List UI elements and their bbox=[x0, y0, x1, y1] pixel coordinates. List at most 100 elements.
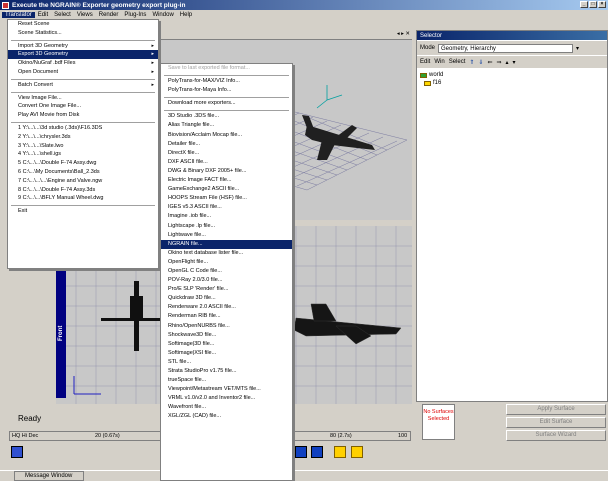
menu-help[interactable]: Help bbox=[177, 12, 195, 18]
translator-menu-item[interactable]: 8 C:\...\...\Double F-74 Assy.3ds bbox=[8, 186, 158, 195]
maximize-button[interactable]: □ bbox=[589, 1, 597, 8]
quality-field[interactable]: HQ Hi Dec bbox=[12, 433, 38, 439]
export-menu-item[interactable]: Strata StudioPro v1.75 file... bbox=[161, 367, 292, 376]
menu-render[interactable]: Render bbox=[96, 12, 122, 18]
export-menu-item[interactable]: PolyTrans-for-Maya Info... bbox=[161, 86, 292, 95]
viewport-controls[interactable]: ◂ ▸ ✕ bbox=[397, 31, 410, 37]
translator-menu-item[interactable]: Scene Statistics... bbox=[8, 29, 158, 38]
export-menu-item[interactable]: Alias Triangle file... bbox=[161, 121, 292, 130]
export-menu-item[interactable]: Softimage|XSI file... bbox=[161, 349, 292, 358]
export-menu-item[interactable]: Quickdraw 3D file... bbox=[161, 294, 292, 303]
translator-menu-item[interactable]: 9 C:\...\...\BFLY Manual Wheel.dwg bbox=[8, 194, 158, 203]
translator-menu-item[interactable]: 7 C:\...\...\...\Engine and Valve.ngw bbox=[8, 177, 158, 186]
translator-menu-item[interactable]: Okino/NuGraf .bdf Files ▸ bbox=[8, 59, 158, 68]
export-menu-item[interactable]: DXF ASCII file... bbox=[161, 158, 292, 167]
export-menu-item[interactable]: Biovision/Acclaim Mocap file... bbox=[161, 131, 292, 140]
export-menu-item[interactable]: GameExchange2 ASCII file... bbox=[161, 185, 292, 194]
tree-node-f16[interactable]: f16 bbox=[420, 79, 443, 87]
export-menu-item[interactable]: Softimage|3D file... bbox=[161, 340, 292, 349]
menu-select[interactable]: Select bbox=[51, 12, 74, 18]
export-menu-item[interactable]: Renderware 2.0 ASCII file... bbox=[161, 303, 292, 312]
translator-menu-item[interactable]: 1 Y:\...\...\3d studio (.3ds)\F16.3DS bbox=[8, 124, 158, 133]
export-menu-item[interactable]: OpenGL C Code file... bbox=[161, 267, 292, 276]
export-menu-item[interactable]: 3D Studio .3DS file... bbox=[161, 112, 292, 121]
triangle-up-icon[interactable]: ▴ bbox=[506, 59, 509, 66]
arrow-right-icon[interactable]: ⇒ bbox=[496, 59, 501, 66]
wand-icon[interactable] bbox=[351, 446, 363, 458]
menu-window[interactable]: Window bbox=[149, 12, 176, 18]
tree-node-world[interactable]: world bbox=[420, 71, 443, 79]
mode-label: Mode bbox=[420, 45, 436, 51]
export-menu-item[interactable]: Lightwave file... bbox=[161, 231, 292, 240]
export-menu-item[interactable]: DirectX file... bbox=[161, 149, 292, 158]
arrow-down-icon[interactable]: ⇓ bbox=[478, 59, 483, 66]
record-icon[interactable] bbox=[11, 446, 23, 458]
surface-wizard-button[interactable]: Surface Wizard bbox=[506, 430, 606, 441]
export-menu-item[interactable]: Wavefront file... bbox=[161, 403, 292, 412]
export-menu-item[interactable]: POV-Ray 2.0/3.0 file... bbox=[161, 276, 292, 285]
play-icon[interactable] bbox=[295, 446, 307, 458]
chevron-down-icon[interactable]: ▾ bbox=[576, 45, 579, 52]
export-menu-item[interactable]: VRML v1.0/v2.0 and Inventor2 file... bbox=[161, 394, 292, 403]
translator-menu-item[interactable]: Import 3D Geometry ▸ bbox=[8, 42, 158, 51]
menu-translator[interactable]: Translator bbox=[2, 11, 35, 18]
window-controls: _ □ × bbox=[580, 1, 606, 8]
export-menu-item[interactable]: NGRAIN file... bbox=[161, 239, 292, 249]
folder-icon bbox=[424, 80, 431, 86]
menu-views[interactable]: Views bbox=[74, 12, 96, 18]
export-menu-item[interactable]: Detailer file... bbox=[161, 140, 292, 149]
tool-select[interactable]: Select bbox=[449, 59, 466, 65]
export-menu-item[interactable]: PolyTrans-for-MAX/VIZ Info... bbox=[161, 77, 292, 86]
export-menu-item[interactable]: Lightscape .lp file... bbox=[161, 222, 292, 231]
tool-win[interactable]: Win bbox=[434, 59, 444, 65]
export-menu-item[interactable]: Rhino/OpenNURBS file... bbox=[161, 322, 292, 331]
tool-edit[interactable]: Edit bbox=[420, 59, 430, 65]
translator-menu-item[interactable]: Reset Scene bbox=[8, 20, 158, 29]
selector-title: Selector bbox=[417, 31, 607, 40]
help-icon[interactable] bbox=[334, 446, 346, 458]
export-menu-item[interactable]: Imagine .iob file... bbox=[161, 212, 292, 221]
translator-menu-item[interactable]: 3 Y:\...\...\Slate.lwo bbox=[8, 142, 158, 151]
message-window-button[interactable]: Message Window bbox=[14, 471, 84, 481]
translator-menu-item[interactable]: Convert One Image File... bbox=[8, 102, 158, 111]
translator-menu-item[interactable]: 5 C:\...\...\Double F-74 Assy.dwg bbox=[8, 159, 158, 168]
export-menu-item[interactable]: IGES v5.3 ASCII file... bbox=[161, 203, 292, 212]
export-menu-item[interactable]: Shockwave3D file... bbox=[161, 331, 292, 340]
app-icon bbox=[2, 1, 9, 9]
triangle-down-icon[interactable]: ▾ bbox=[513, 59, 516, 66]
translator-menu-item[interactable]: 6 C:\...\My Documents\Ball_2.3ds bbox=[8, 168, 158, 177]
translator-menu-item[interactable]: View Image File... bbox=[8, 94, 158, 103]
export-menu-item[interactable]: Electric Image FACT file... bbox=[161, 176, 292, 185]
translator-menu-item[interactable]: Exit bbox=[8, 207, 158, 216]
arrow-left-icon[interactable]: ⇐ bbox=[487, 59, 492, 66]
folder-icon bbox=[420, 72, 427, 78]
export-menu-item[interactable]: HOOPS Stream File (HSF) file... bbox=[161, 194, 292, 203]
export-menu-item[interactable]: trueSpace file... bbox=[161, 376, 292, 385]
translator-menu-item[interactable]: Play AVI Movie from Disk bbox=[8, 111, 158, 120]
export-menu-item[interactable]: DWG & Binary DXF 2005+ file... bbox=[161, 167, 292, 176]
export-menu-item[interactable]: Download more exporters... bbox=[161, 99, 292, 108]
export-menu-item[interactable]: Okino text database lister file... bbox=[161, 249, 292, 258]
edit-surface-button[interactable]: Edit Surface bbox=[506, 417, 606, 428]
menu-edit[interactable]: Edit bbox=[35, 12, 51, 18]
close-button[interactable]: × bbox=[598, 1, 606, 8]
export-menu-item[interactable]: XGL/ZGL (CAD) file... bbox=[161, 412, 292, 421]
export-menu-item[interactable]: Renderman RIB file... bbox=[161, 312, 292, 321]
mode-dropdown[interactable]: Geometry, Hierarchy bbox=[438, 43, 574, 53]
translator-menu-item[interactable]: Open Document ▸ bbox=[8, 68, 158, 77]
export-menu-item[interactable]: OpenFlight file... bbox=[161, 258, 292, 267]
translator-menu-item[interactable]: 2 Y:\...\...\chrysler.3ds bbox=[8, 133, 158, 142]
export-menu-item[interactable]: STL file... bbox=[161, 358, 292, 367]
export-menu-item[interactable]: Pro/E SLP 'Render' file... bbox=[161, 285, 292, 294]
arrow-up-icon[interactable]: ⇑ bbox=[469, 59, 474, 66]
apply-surface-button[interactable]: Apply Surface bbox=[506, 404, 606, 415]
fast-forward-icon[interactable] bbox=[311, 446, 323, 458]
no-surfaces-indicator: No Surfaces Selected bbox=[422, 404, 455, 440]
translator-menu-item[interactable]: Batch Convert ▸ bbox=[8, 81, 158, 90]
translator-menu-item[interactable]: Export 3D Geometry ▸ bbox=[8, 50, 158, 60]
export-menu-item[interactable]: Viewpoint/Metastream VET/MTS file... bbox=[161, 385, 292, 394]
scene-tree: world f16 bbox=[420, 71, 443, 87]
menu-plugins[interactable]: Plug-Ins bbox=[121, 12, 149, 18]
translator-menu-item[interactable]: 4 Y:\...\...\shell.igs bbox=[8, 150, 158, 159]
minimize-button[interactable]: _ bbox=[580, 1, 588, 8]
